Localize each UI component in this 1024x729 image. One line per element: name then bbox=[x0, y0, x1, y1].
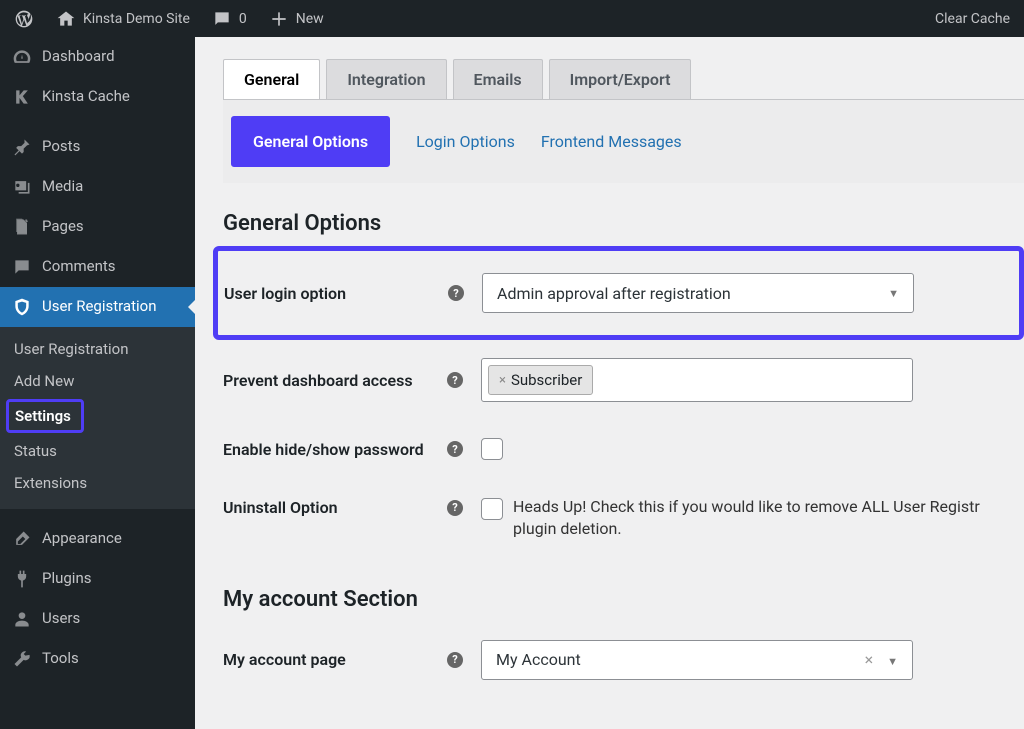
select-my-account-page[interactable]: My Account × ▼ bbox=[481, 640, 913, 680]
sidebar-subitem-ur-status[interactable]: Status bbox=[0, 435, 195, 467]
tab-integration[interactable]: Integration bbox=[326, 59, 446, 99]
wp-logo-menu[interactable] bbox=[4, 0, 44, 37]
section-title-my-account: My account Section bbox=[223, 587, 1024, 612]
admin-sidebar: Dashboard Kinsta Cache Posts Media Pages Comm… bbox=[0, 37, 195, 729]
sidebar-item-label: Users bbox=[42, 609, 80, 629]
sidebar-item-pages[interactable]: Pages bbox=[0, 207, 195, 247]
sidebar-item-plugins[interactable]: Plugins bbox=[0, 559, 195, 599]
sidebar-subitem-ur-ext[interactable]: Extensions bbox=[0, 467, 195, 499]
new-content-menu[interactable]: New bbox=[259, 0, 334, 37]
sidebar-item-label: Pages bbox=[42, 217, 84, 237]
role-tag-label: Subscriber bbox=[511, 371, 582, 389]
help-icon[interactable]: ? bbox=[447, 652, 463, 668]
help-icon[interactable]: ? bbox=[447, 372, 463, 388]
subtab-login-options[interactable]: Login Options bbox=[416, 120, 515, 163]
role-tag[interactable]: × Subscriber bbox=[488, 365, 593, 395]
sidebar-item-label: Plugins bbox=[42, 569, 91, 589]
site-name-menu[interactable]: Kinsta Demo Site bbox=[46, 0, 200, 37]
row-prevent-dashboard-access: Prevent dashboard access ? × Subscriber bbox=[223, 340, 1024, 420]
row-user-login-option: User login option ? Admin approval after… bbox=[213, 246, 1024, 340]
user-icon bbox=[12, 609, 32, 629]
sidebar-item-dashboard[interactable]: Dashboard bbox=[0, 37, 195, 77]
tab-emails[interactable]: Emails bbox=[453, 59, 543, 99]
subtab-frontend-messages[interactable]: Frontend Messages bbox=[541, 120, 682, 163]
new-label: New bbox=[296, 11, 324, 27]
sidebar-item-posts[interactable]: Posts bbox=[0, 127, 195, 167]
shield-icon bbox=[12, 297, 32, 317]
comment-icon bbox=[212, 9, 232, 29]
sidebar-item-label: Dashboard bbox=[42, 47, 115, 67]
tab-import-export[interactable]: Import/Export bbox=[549, 59, 692, 99]
remove-tag-icon[interactable]: × bbox=[499, 373, 506, 388]
sidebar-item-label: Kinsta Cache bbox=[42, 87, 130, 107]
comment-icon bbox=[12, 257, 32, 277]
select-value: My Account bbox=[496, 650, 581, 669]
sidebar-item-user-registration[interactable]: User Registration bbox=[0, 287, 195, 327]
k-icon bbox=[12, 87, 32, 107]
sidebar-item-label: Tools bbox=[42, 649, 79, 669]
comments-count: 0 bbox=[239, 11, 247, 27]
wrench-icon bbox=[12, 649, 32, 669]
chevron-down-icon: ▼ bbox=[888, 287, 899, 300]
clear-cache-label: Clear Cache bbox=[935, 11, 1010, 27]
clear-icon[interactable]: × bbox=[865, 650, 874, 669]
checkbox-hide-show-password[interactable] bbox=[481, 438, 503, 460]
page-icon bbox=[12, 217, 32, 237]
tag-input-prevent-dashboard[interactable]: × Subscriber bbox=[481, 358, 913, 402]
primary-tabs: GeneralIntegrationEmailsImport/Export bbox=[223, 59, 1024, 100]
page-content: GeneralIntegrationEmailsImport/Export Ge… bbox=[195, 37, 1024, 729]
select-value: Admin approval after registration bbox=[497, 284, 731, 303]
label-user-login-option: User login option bbox=[224, 284, 346, 303]
sidebar-item-comments[interactable]: Comments bbox=[0, 247, 195, 287]
media-icon bbox=[12, 177, 32, 197]
sidebar-item-media[interactable]: Media bbox=[0, 167, 195, 207]
sidebar-item-users[interactable]: Users bbox=[0, 599, 195, 639]
sidebar-item-label: Media bbox=[42, 177, 83, 197]
row-uninstall-option: Uninstall Option ? Heads Up! Check this … bbox=[223, 478, 1024, 559]
sidebar-submenu: User RegistrationAdd NewSettingsStatusEx… bbox=[0, 327, 195, 509]
sidebar-item-tools[interactable]: Tools bbox=[0, 639, 195, 679]
chevron-down-icon: ▼ bbox=[887, 655, 898, 668]
plus-icon bbox=[269, 9, 289, 29]
help-icon[interactable]: ? bbox=[447, 441, 463, 457]
gauge-icon bbox=[12, 47, 32, 67]
sidebar-subitem-ur-settings[interactable]: Settings bbox=[6, 399, 84, 433]
subtab-general-options[interactable]: General Options bbox=[231, 116, 390, 167]
secondary-tabs: General Options Login Options Frontend Mes… bbox=[223, 100, 1024, 183]
sidebar-item-kinsta-cache[interactable]: Kinsta Cache bbox=[0, 77, 195, 117]
site-name-label: Kinsta Demo Site bbox=[83, 11, 190, 27]
help-icon[interactable]: ? bbox=[448, 285, 464, 301]
brush-icon bbox=[12, 529, 32, 549]
row-my-account-page: My account page ? My Account × ▼ bbox=[223, 622, 1024, 698]
plug-icon bbox=[12, 569, 32, 589]
sidebar-item-appearance[interactable]: Appearance bbox=[0, 519, 195, 559]
label-prevent-dashboard: Prevent dashboard access bbox=[223, 371, 413, 390]
admin-toolbar: Kinsta Demo Site 0 New Clear Cache bbox=[0, 0, 1024, 37]
uninstall-option-desc: Heads Up! Check this if you would like t… bbox=[513, 496, 1024, 541]
help-icon[interactable]: ? bbox=[447, 500, 463, 516]
sidebar-subitem-ur-list[interactable]: User Registration bbox=[0, 333, 195, 365]
section-title-general-options: General Options bbox=[223, 211, 1024, 236]
label-my-account-page: My account page bbox=[223, 650, 346, 669]
row-enable-hide-show-password: Enable hide/show password ? bbox=[223, 420, 1024, 478]
sidebar-item-label: User Registration bbox=[42, 297, 157, 317]
comments-menu[interactable]: 0 bbox=[202, 0, 257, 37]
clear-cache-button[interactable]: Clear Cache bbox=[925, 0, 1020, 37]
select-user-login-option[interactable]: Admin approval after registration ▼ bbox=[482, 273, 914, 313]
tab-general[interactable]: General bbox=[223, 59, 320, 99]
home-icon bbox=[56, 9, 76, 29]
wordpress-icon bbox=[14, 9, 34, 29]
checkbox-uninstall-option[interactable] bbox=[481, 498, 503, 520]
sidebar-item-label: Comments bbox=[42, 257, 116, 277]
pin-icon bbox=[12, 137, 32, 157]
sidebar-item-label: Posts bbox=[42, 137, 80, 157]
label-uninstall-option: Uninstall Option bbox=[223, 498, 338, 517]
label-hide-show-pw: Enable hide/show password bbox=[223, 440, 424, 459]
sidebar-subitem-ur-add[interactable]: Add New bbox=[0, 365, 195, 397]
sidebar-item-label: Appearance bbox=[42, 529, 122, 549]
